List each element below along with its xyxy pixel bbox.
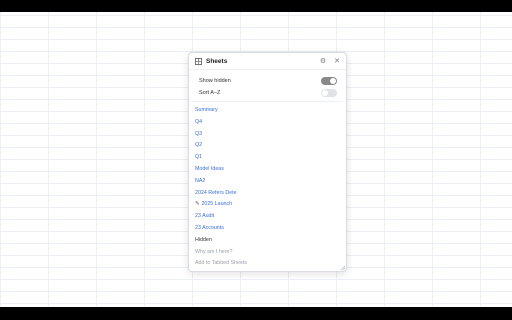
sheet-label: Q3: [195, 130, 203, 137]
sheet-item[interactable]: Summary: [189, 105, 346, 117]
sheet-item[interactable]: Q2: [189, 140, 346, 152]
hidden-item[interactable]: Why am I here?: [189, 247, 346, 259]
toggle-label: Sort A–Z: [199, 89, 221, 96]
toggle-row-show-hidden: Show hidden: [189, 75, 346, 86]
toggle-knob: [330, 77, 336, 84]
panel-title: Sheets: [206, 57, 228, 65]
show-hidden-toggle[interactable]: [321, 76, 337, 85]
sheet-list: Summary Q4 Q3 Q2 Q1 Model Ideas NA2 2024…: [189, 105, 346, 235]
sheet-label: 2025 Launch: [201, 201, 233, 208]
sheet-item[interactable]: 23 Accounts: [189, 223, 346, 235]
hidden-section-label: Hidden: [195, 236, 212, 243]
sheet-label: Model Ideas: [195, 165, 224, 172]
sheet-label: 23 Accounts: [195, 224, 224, 231]
sheet-item[interactable]: Model Ideas: [189, 164, 346, 176]
sheet-label: NA2: [195, 177, 206, 184]
sheet-item[interactable]: Q4: [189, 117, 346, 129]
sheet-label: 23 Audit: [195, 213, 215, 220]
sheets-panel: Sheets ⚙ ✕ Show hidden Sort A–Z Summary …: [188, 52, 347, 272]
resize-handle[interactable]: [340, 265, 345, 270]
sheet-label: Q2: [195, 142, 203, 149]
toggle-label: Show hidden: [199, 77, 231, 84]
sheet-item[interactable]: 2024 Refers Dete: [189, 188, 346, 200]
grid-icon: [195, 57, 202, 65]
sheet-label: Q1: [195, 154, 203, 161]
toggle-knob: [322, 89, 328, 96]
sheet-label: Summary: [195, 107, 218, 113]
sheet-item[interactable]: 23 Audit: [189, 211, 346, 223]
hidden-item[interactable]: Add to Tabbed Sheets: [189, 258, 346, 270]
sort-toggle[interactable]: [321, 88, 337, 97]
sheet-item[interactable]: NA2: [189, 176, 346, 188]
sheet-item[interactable]: ✎ 2025 Launch: [189, 199, 346, 211]
gear-icon[interactable]: ⚙: [320, 58, 326, 65]
sheet-label: Q4: [195, 118, 203, 125]
toggle-row-sort: Sort A–Z: [189, 87, 346, 98]
sheet-item[interactable]: Q1: [189, 152, 346, 164]
pencil-icon: ✎: [195, 201, 200, 208]
sheet-label: 2024 Refers Dete: [195, 189, 237, 196]
panel-header: Sheets ⚙ ✕: [189, 53, 346, 70]
divider: [193, 101, 342, 102]
close-icon[interactable]: ✕: [334, 58, 340, 65]
sheet-item[interactable]: Q3: [189, 129, 346, 141]
